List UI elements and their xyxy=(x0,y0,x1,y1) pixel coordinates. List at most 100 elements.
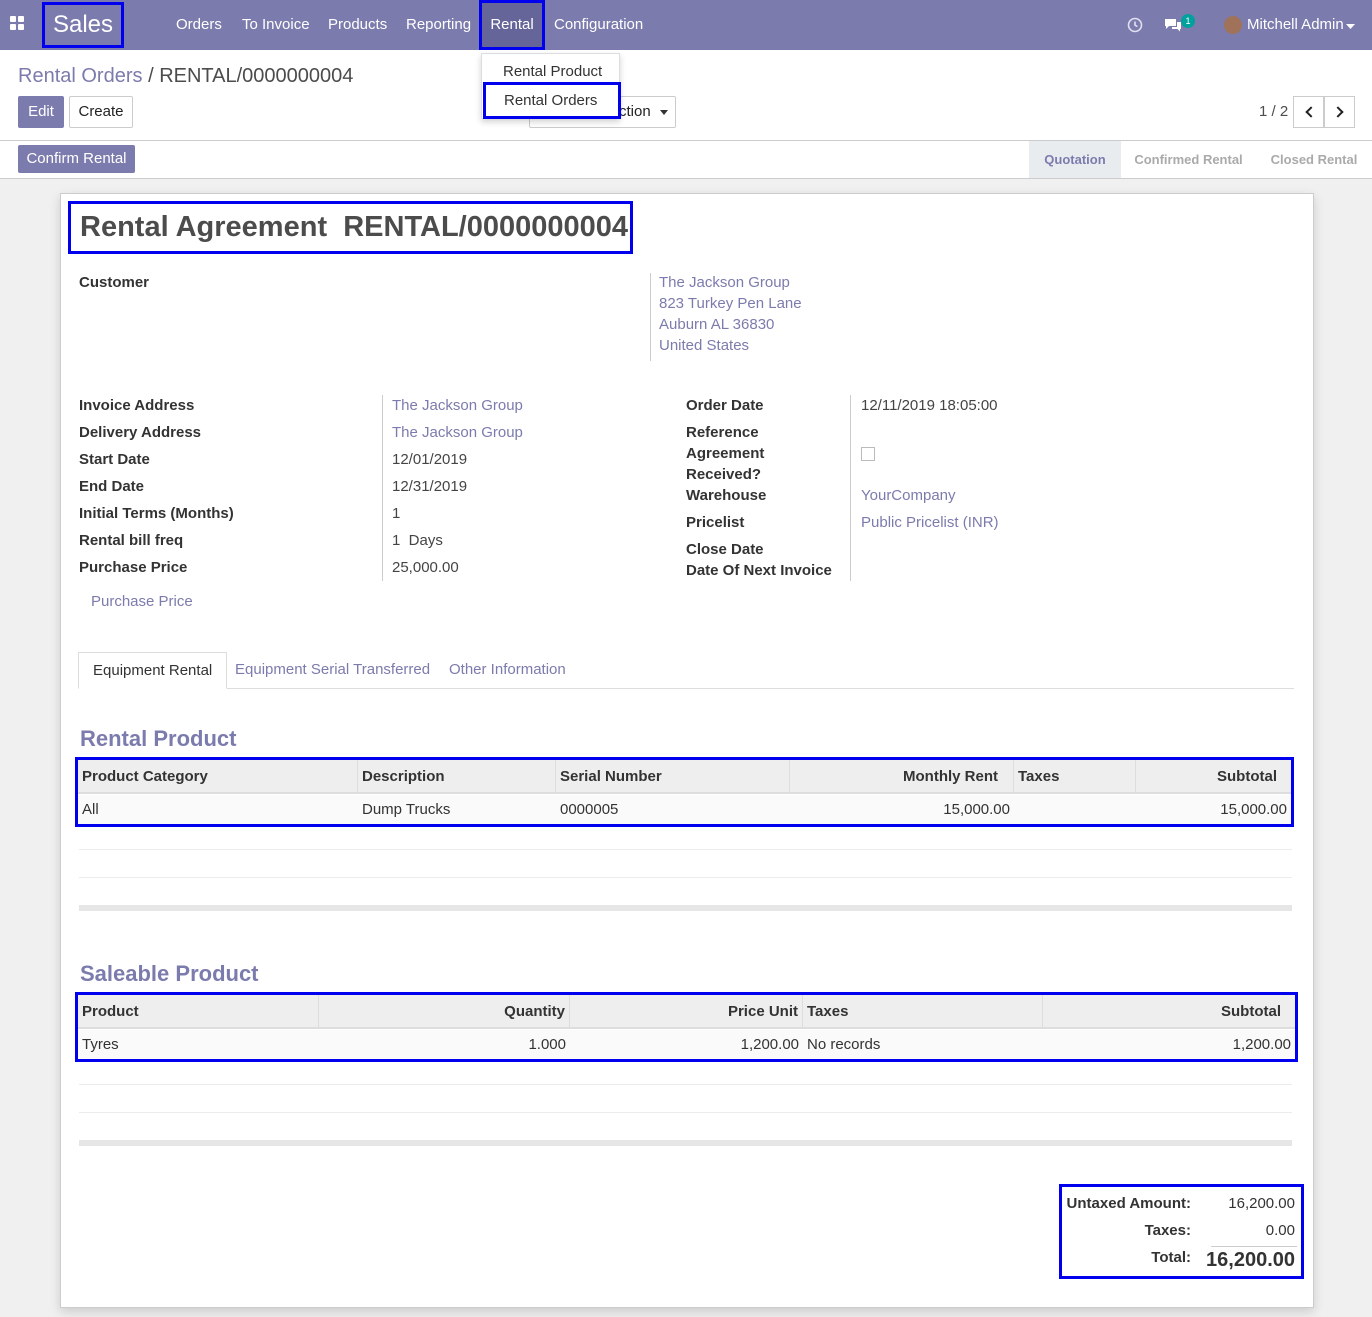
invoice-address-label: Invoice Address xyxy=(79,397,195,414)
pager-next-button[interactable] xyxy=(1324,96,1355,128)
order-date-label: Order Date xyxy=(686,397,764,414)
saleable-row-quantity[interactable]: 1.000 xyxy=(319,1030,570,1059)
rental-row-description[interactable]: Dump Trucks xyxy=(358,795,556,824)
chat-badge: 1 xyxy=(1181,14,1195,28)
close-date-label: Close Date xyxy=(686,541,764,558)
pricelist-value[interactable]: Public Pricelist (INR) xyxy=(861,514,999,531)
customer-country[interactable]: United States xyxy=(659,337,749,354)
rental-row-subtotal[interactable]: 15,000.00 xyxy=(1136,795,1291,824)
saleable-row-subtotal[interactable]: 1,200.00 xyxy=(1043,1030,1295,1059)
delivery-address-value[interactable]: The Jackson Group xyxy=(392,424,523,441)
form-title: Rental Agreement RENTAL/0000000004 xyxy=(68,201,633,254)
pager-previous-button[interactable] xyxy=(1293,96,1324,128)
rental-empty-row xyxy=(79,849,1292,877)
next-invoice-date-label: Date Of Next Invoice xyxy=(686,562,832,579)
taxes-label: Taxes: xyxy=(1144,1222,1191,1239)
confirm-rental-button[interactable]: Confirm Rental xyxy=(18,145,135,173)
user-menu[interactable]: Mitchell Admin xyxy=(1247,0,1344,50)
purchase-price-label: Purchase Price xyxy=(79,559,188,576)
stage-confirmed-rental[interactable]: Confirmed Rental xyxy=(1121,141,1256,178)
chat-icon[interactable] xyxy=(1164,0,1182,50)
col-description[interactable]: Description xyxy=(358,760,556,794)
left-group-divider xyxy=(382,395,383,581)
dropdown-rental-orders[interactable]: Rental Orders xyxy=(483,82,621,119)
start-date-label: Start Date xyxy=(79,451,150,468)
tab-other-information[interactable]: Other Information xyxy=(449,652,566,689)
menu-to-invoice[interactable]: To Invoice xyxy=(242,0,310,50)
menu-rental[interactable]: Rental xyxy=(479,0,545,50)
stage-closed-rental[interactable]: Closed Rental xyxy=(1256,141,1372,178)
col-subtotal[interactable]: Subtotal xyxy=(1043,995,1295,1029)
saleable-product-table: Product Quantity Price Unit Taxes Subtot… xyxy=(75,992,1298,1062)
col-product[interactable]: Product xyxy=(78,995,319,1029)
reference-label: Reference xyxy=(686,424,759,441)
app-name[interactable]: Sales xyxy=(42,2,124,48)
invoice-address-value[interactable]: The Jackson Group xyxy=(392,397,523,414)
breadcrumb-separator: / xyxy=(148,65,154,87)
notebook-tabs: Equipment Rental Equipment Serial Transf… xyxy=(78,652,1294,689)
saleable-empty-row xyxy=(79,1112,1292,1140)
col-serial-number[interactable]: Serial Number xyxy=(556,760,790,794)
saleable-row-taxes[interactable]: No records xyxy=(803,1030,1043,1059)
col-price-unit[interactable]: Price Unit xyxy=(570,995,803,1029)
col-taxes[interactable]: Taxes xyxy=(803,995,1043,1029)
breadcrumb-current: RENTAL/0000000004 xyxy=(159,65,354,87)
untaxed-amount-label: Untaxed Amount: xyxy=(1066,1195,1191,1212)
tab-equipment-serial-transferred[interactable]: Equipment Serial Transferred xyxy=(235,652,430,689)
menu-orders[interactable]: Orders xyxy=(176,0,222,50)
saleable-row-product[interactable]: Tyres xyxy=(78,1030,319,1059)
col-monthly-rent[interactable]: Monthly Rent xyxy=(790,760,1014,794)
totals-divider xyxy=(1211,1246,1297,1247)
rental-product-title: Rental Product xyxy=(80,726,237,751)
customer-street[interactable]: 823 Turkey Pen Lane xyxy=(659,295,802,312)
menu-products[interactable]: Products xyxy=(328,0,387,50)
purchase-price-value: 25,000.00 xyxy=(392,559,459,576)
initial-terms-label: Initial Terms (Months) xyxy=(79,505,234,522)
top-navbar: Sales Orders To Invoice Products Reporti… xyxy=(0,0,1372,50)
rental-empty-row xyxy=(79,877,1292,905)
agreement-received-checkbox[interactable] xyxy=(861,447,875,461)
edit-button[interactable]: Edit xyxy=(18,96,64,128)
col-product-category[interactable]: Product Category xyxy=(78,760,358,794)
customer-label: Customer xyxy=(79,274,150,291)
purchase-price-link[interactable]: Purchase Price xyxy=(91,593,193,610)
control-panel: Rental Orders / RENTAL/0000000004 Edit C… xyxy=(0,50,1372,141)
pager-value[interactable]: 1 / 2 xyxy=(1259,103,1288,120)
apps-menu-icon[interactable] xyxy=(10,16,26,32)
warehouse-value[interactable]: YourCompany xyxy=(861,487,956,504)
create-button[interactable]: Create xyxy=(69,96,133,128)
col-taxes[interactable]: Taxes xyxy=(1014,760,1136,794)
breadcrumb: Rental Orders / RENTAL/0000000004 xyxy=(18,65,353,88)
saleable-row-price-unit[interactable]: 1,200.00 xyxy=(570,1030,803,1059)
saleable-empty-row xyxy=(79,1084,1292,1112)
stage-quotation[interactable]: Quotation xyxy=(1029,141,1121,178)
dropdown-rental-product[interactable]: Rental Product xyxy=(482,63,621,80)
end-date-label: End Date xyxy=(79,478,145,495)
menu-reporting[interactable]: Reporting xyxy=(406,0,471,50)
total-value: 16,200.00 xyxy=(1206,1249,1295,1271)
taxes-value: 0.00 xyxy=(1265,1222,1295,1239)
pricelist-label: Pricelist xyxy=(686,514,745,531)
chevron-left-icon xyxy=(1305,106,1317,118)
rental-bill-freq-label: Rental bill freq xyxy=(79,532,184,549)
rental-row-category[interactable]: All xyxy=(78,795,358,824)
rental-table-footer xyxy=(79,905,1292,911)
col-quantity[interactable]: Quantity xyxy=(319,995,570,1029)
breadcrumb-rental-orders[interactable]: Rental Orders xyxy=(18,65,143,87)
action-label: ction xyxy=(619,103,651,120)
avatar[interactable] xyxy=(1224,16,1242,34)
activity-clock-icon[interactable] xyxy=(1127,0,1143,50)
menu-configuration[interactable]: Configuration xyxy=(554,0,643,50)
order-date-value: 12/11/2019 18:05:00 xyxy=(861,397,998,414)
rental-row-monthly-rent[interactable]: 15,000.00 xyxy=(790,795,1014,824)
warehouse-label: Warehouse xyxy=(686,487,767,504)
rental-row-serial[interactable]: 0000005 xyxy=(556,795,790,824)
rental-dropdown-menu: Rental Product Rental Orders xyxy=(481,53,621,119)
customer-city[interactable]: Auburn AL 36830 xyxy=(659,316,774,333)
col-subtotal[interactable]: Subtotal xyxy=(1136,760,1291,794)
tab-equipment-rental[interactable]: Equipment Rental xyxy=(78,652,228,689)
rental-row-taxes[interactable] xyxy=(1014,795,1136,824)
chevron-right-icon xyxy=(1332,106,1344,118)
customer-name-link[interactable]: The Jackson Group xyxy=(659,274,790,291)
caret-down-icon[interactable] xyxy=(1346,0,1356,50)
